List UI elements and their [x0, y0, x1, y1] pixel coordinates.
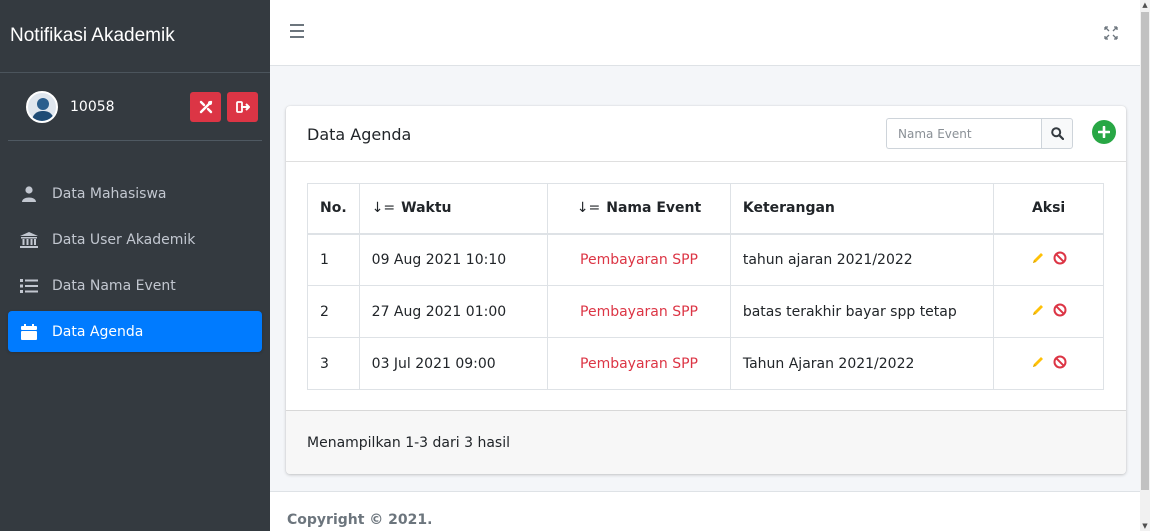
copyright-footer: Copyright © 2021. [270, 491, 1140, 531]
column-header-waktu[interactable]: ↓= Waktu [358, 183, 549, 235]
cell-no: 3 [307, 337, 360, 390]
app-title[interactable]: Notifikasi Akademik [10, 25, 175, 47]
search-icon [1050, 127, 1064, 140]
menu-toggle-icon[interactable] [290, 24, 304, 38]
card-title: Data Agenda [307, 125, 412, 144]
university-icon [18, 231, 40, 249]
tools-icon [199, 100, 212, 114]
scroll-down-icon[interactable]: ▼ [1141, 521, 1149, 531]
scroll-up-icon[interactable]: ▲ [1141, 0, 1149, 10]
search-group [886, 118, 1073, 149]
agenda-card: Data Agenda No. ↓= Waktu ↓= Nama Event Ket… [286, 106, 1126, 474]
user-panel: 10058 [8, 73, 262, 141]
cell-event: Pembayaran SPP [547, 233, 731, 286]
column-header-label: Waktu [401, 200, 452, 217]
settings-button[interactable] [190, 92, 221, 122]
avatar [26, 90, 58, 123]
sidebar-nav: Data Mahasiswa Data User Akademik Data N… [0, 165, 270, 352]
agenda-table: No. ↓= Waktu ↓= Nama Event Keterangan Aksi… [307, 183, 1104, 390]
sidebar-item-label: Data Nama Event [52, 277, 176, 294]
table-row: 2 27 Aug 2021 01:00 Pembayaran SPP batas… [307, 285, 1104, 338]
table-row: 1 09 Aug 2021 10:10 Pembayaran SPP tahun… [307, 233, 1104, 286]
pagination-summary: Menampilkan 1-3 dari 3 hasil [307, 435, 510, 451]
cell-no: 1 [307, 233, 360, 286]
list-icon [18, 277, 40, 295]
brand[interactable]: Notifikasi Akademik [0, 0, 270, 73]
user-actions [190, 92, 258, 122]
cell-waktu: 09 Aug 2021 10:10 [358, 233, 549, 286]
add-agenda-button[interactable] [1092, 120, 1116, 144]
cell-event: Pembayaran SPP [547, 337, 731, 390]
sort-icon[interactable]: ↓= [372, 200, 395, 216]
cell-no: 2 [307, 285, 360, 338]
sign-out-icon [235, 101, 250, 113]
table-row: 3 03 Jul 2021 09:00 Pembayaran SPP Tahun… [307, 337, 1104, 390]
pencil-icon[interactable] [1031, 304, 1045, 321]
column-header-aksi: Aksi [993, 183, 1104, 235]
sidebar-item-data-user-akademik[interactable]: Data User Akademik [8, 219, 262, 260]
sidebar-item-label: Data User Akademik [52, 231, 196, 248]
column-header-no: No. [307, 183, 360, 235]
cell-event: Pembayaran SPP [547, 285, 731, 338]
user-icon [18, 185, 40, 203]
sidebar-item-data-agenda[interactable]: Data Agenda [8, 311, 262, 352]
ban-icon[interactable] [1053, 303, 1067, 321]
table-header-row: No. ↓= Waktu ↓= Nama Event Keterangan Aksi [307, 183, 1104, 235]
plus-icon [1098, 126, 1110, 138]
column-header-nama-event[interactable]: ↓= Nama Event [547, 183, 731, 235]
cell-actions [993, 233, 1104, 286]
fullscreen-icon[interactable] [1104, 26, 1118, 40]
cell-waktu: 27 Aug 2021 01:00 [358, 285, 549, 338]
agenda-table-wrap: No. ↓= Waktu ↓= Nama Event Keterangan Aksi… [307, 183, 1104, 390]
search-input[interactable] [886, 118, 1041, 149]
cell-keterangan: Tahun Ajaran 2021/2022 [729, 337, 995, 390]
cell-keterangan: tahun ajaran 2021/2022 [729, 233, 995, 286]
sort-icon[interactable]: ↓= [577, 200, 600, 216]
ban-icon[interactable] [1053, 251, 1067, 269]
sidebar-item-label: Data Mahasiswa [52, 185, 167, 202]
cell-keterangan: batas terakhir bayar spp tetap [729, 285, 995, 338]
sidebar-item-data-nama-event[interactable]: Data Nama Event [8, 265, 262, 306]
calendar-icon [18, 323, 40, 341]
sidebar-item-label: Data Agenda [52, 323, 144, 340]
cell-actions [993, 285, 1104, 338]
cell-actions [993, 337, 1104, 390]
sidebar: Notifikasi Akademik 10058 Data Mahasiswa… [0, 0, 270, 531]
ban-icon[interactable] [1053, 355, 1067, 373]
page-scrollbar[interactable]: ▲ ▼ [1140, 0, 1150, 531]
column-header-label: Nama Event [606, 200, 702, 217]
card-footer: Menampilkan 1-3 dari 3 hasil [286, 410, 1126, 474]
topbar [270, 0, 1140, 66]
column-header-keterangan: Keterangan [729, 183, 995, 235]
user-id[interactable]: 10058 [70, 99, 115, 115]
scroll-thumb[interactable] [1141, 12, 1149, 490]
cell-waktu: 03 Jul 2021 09:00 [358, 337, 549, 390]
card-header: Data Agenda [286, 106, 1126, 162]
search-button[interactable] [1041, 118, 1073, 149]
logout-button[interactable] [227, 92, 258, 122]
pencil-icon[interactable] [1031, 252, 1045, 269]
sidebar-item-data-mahasiswa[interactable]: Data Mahasiswa [8, 173, 262, 214]
pencil-icon[interactable] [1031, 356, 1045, 373]
